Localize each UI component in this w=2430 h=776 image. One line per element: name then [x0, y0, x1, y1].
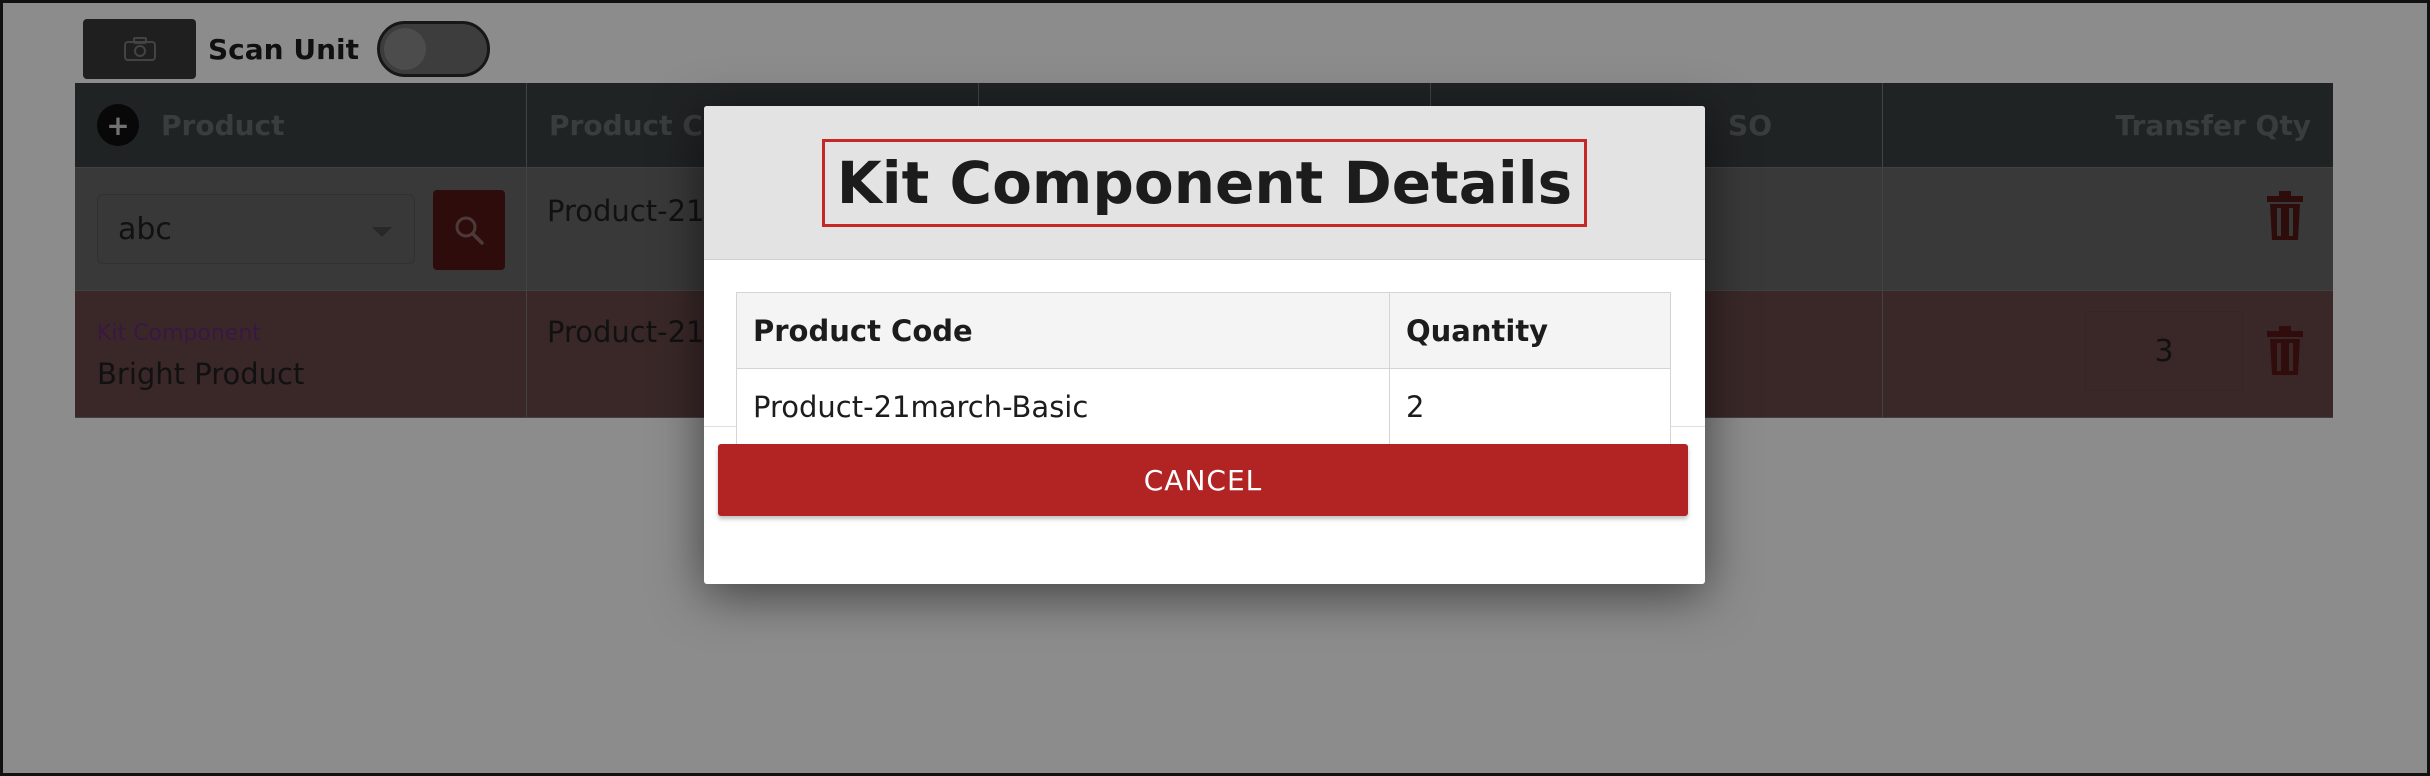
- cancel-button[interactable]: CANCEL: [718, 444, 1688, 516]
- modal-header: Kit Component Details: [704, 106, 1705, 260]
- app-frame: Scan Unit + Product Product Co SO Transf…: [0, 0, 2430, 776]
- modal-body: Product Code Quantity Product-21march-Ba…: [704, 260, 1705, 445]
- kit-table-header-row: Product Code Quantity: [736, 292, 1671, 369]
- column-header-quantity: Quantity: [1389, 292, 1671, 369]
- kit-component-modal: Kit Component Details Product Code Quant…: [704, 106, 1705, 584]
- modal-title-highlight: Kit Component Details: [821, 138, 1588, 227]
- modal-title: Kit Component Details: [836, 148, 1573, 217]
- column-header-product-code: Product Code: [736, 292, 1390, 369]
- modal-footer: CANCEL: [704, 427, 1705, 516]
- kit-component-table: Product Code Quantity Product-21march-Ba…: [736, 292, 1671, 445]
